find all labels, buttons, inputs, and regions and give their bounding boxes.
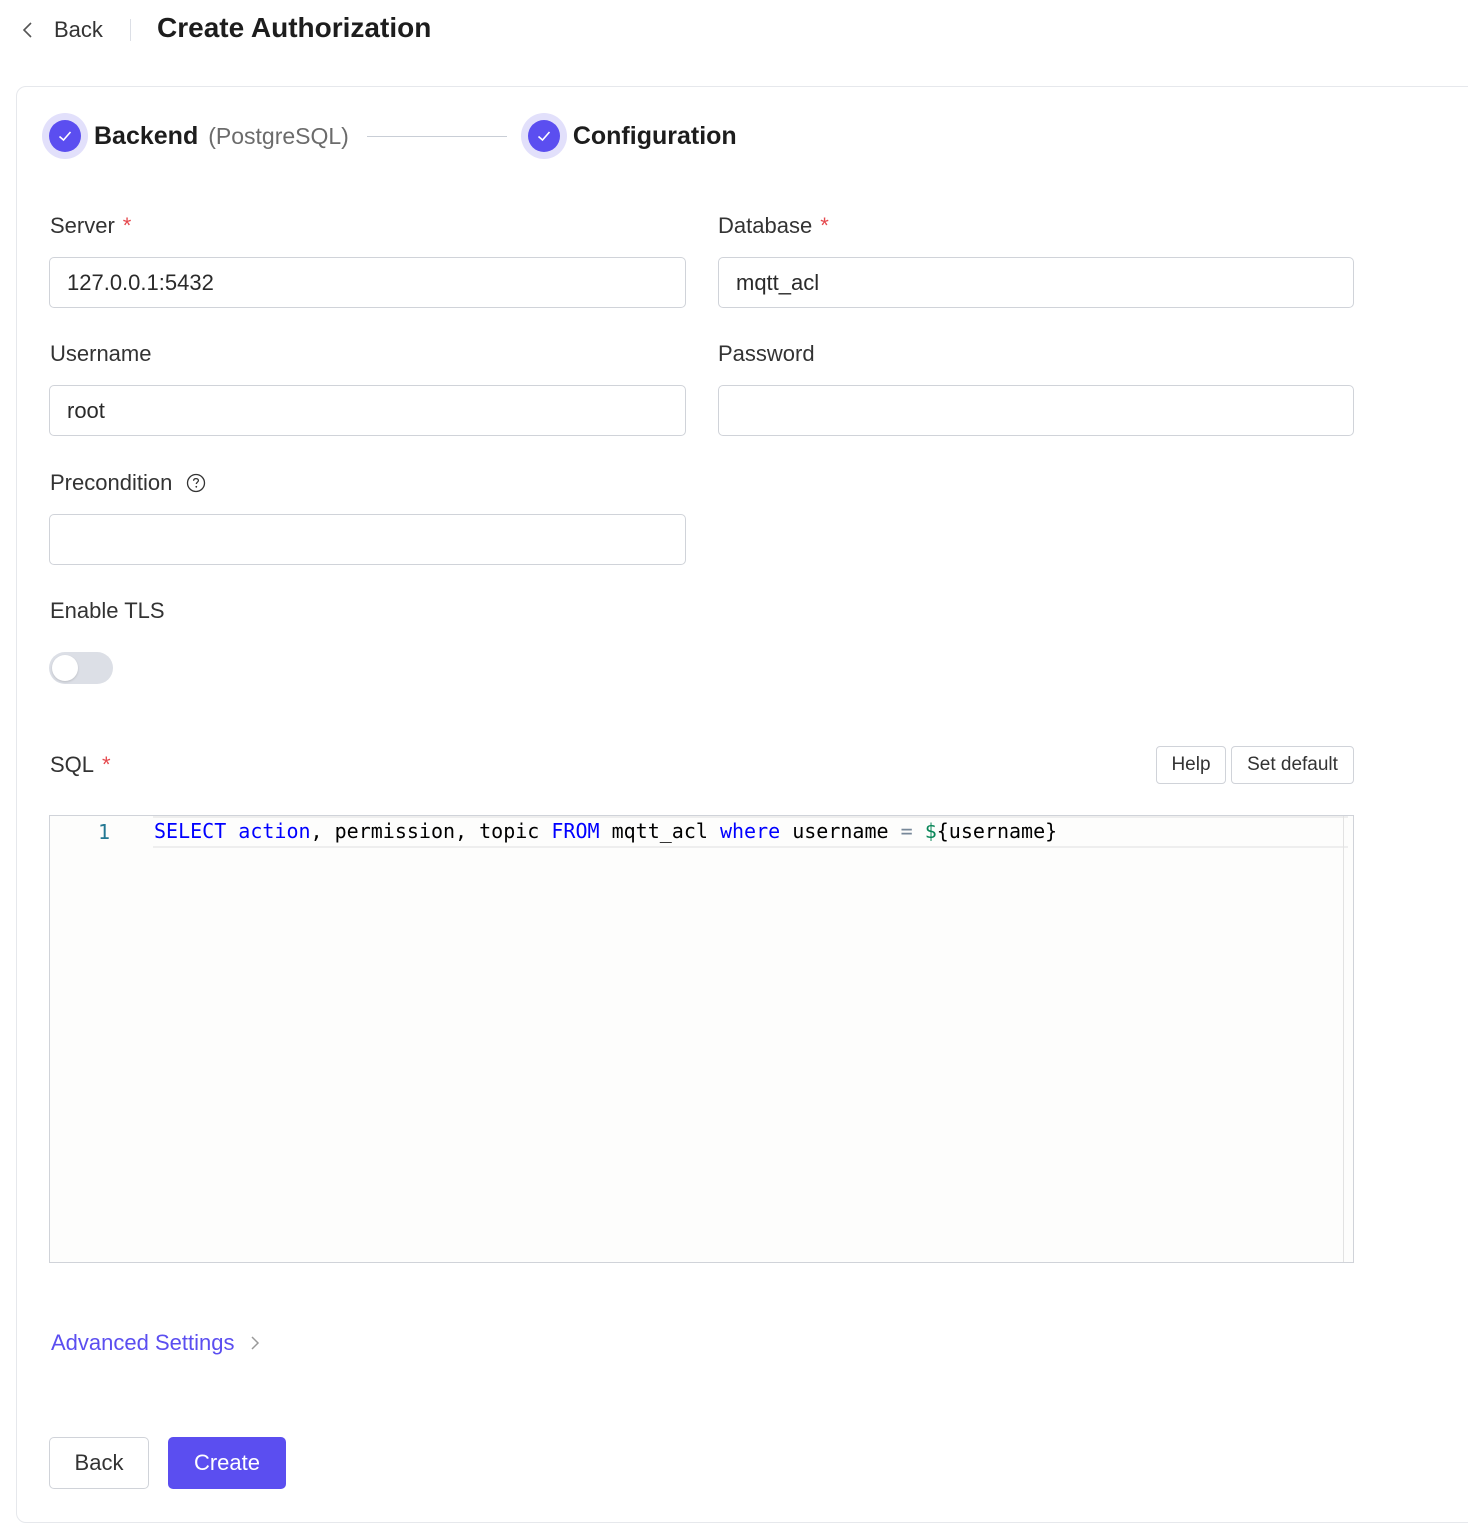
sql-editor[interactable]: 1 SELECT action, permission, topic FROM … — [49, 815, 1354, 1263]
enable-tls-toggle[interactable] — [49, 652, 113, 684]
sql-token-text: username — [780, 819, 901, 843]
sql-token-keyword: FROM — [551, 819, 600, 843]
question-circle-icon[interactable] — [186, 473, 206, 493]
header-divider — [130, 19, 131, 41]
precondition-label: Precondition — [50, 470, 206, 496]
password-label: Password — [718, 341, 815, 367]
server-input-value: 127.0.0.1:5432 — [67, 269, 214, 295]
sql-set-default-button[interactable]: Set default — [1231, 746, 1354, 784]
advanced-settings-label: Advanced Settings — [51, 1330, 235, 1355]
sql-token-keyword: where — [719, 819, 781, 843]
sql-set-default-button-label: Set default — [1247, 754, 1338, 775]
server-label-text: Server — [50, 213, 115, 238]
page-header: Back Create Authorization — [0, 0, 1468, 60]
step-backend-check-icon — [42, 113, 88, 159]
sql-token-text: mqtt_acl — [599, 819, 720, 843]
required-mark: * — [102, 752, 111, 777]
create-button[interactable]: Create — [168, 1437, 286, 1489]
step-configuration-title: Configuration — [572, 121, 737, 150]
create-button-label: Create — [193, 1450, 261, 1475]
username-input-value: root — [67, 397, 105, 423]
step-configuration-check-icon — [520, 113, 567, 159]
step-connector — [366, 135, 507, 137]
username-label: Username — [50, 341, 151, 367]
chevron-right-icon — [251, 1336, 260, 1350]
database-label: Database * — [718, 213, 829, 239]
required-mark: * — [820, 213, 829, 238]
precondition-input[interactable] — [49, 514, 686, 565]
sql-help-button-label: Help — [1171, 754, 1211, 775]
sql-token-keyword: action — [238, 819, 311, 843]
password-label-text: Password — [718, 341, 815, 366]
advanced-settings-link[interactable]: Advanced Settings — [51, 1330, 264, 1356]
database-input-value: mqtt_acl — [736, 269, 820, 295]
step-backend-title: Backend — [94, 121, 199, 150]
server-input[interactable]: 127.0.0.1:5432 — [49, 257, 686, 308]
sql-token-operator: = — [900, 819, 913, 843]
enable-tls-label-text: Enable TLS — [50, 598, 165, 623]
back-button[interactable]: Back — [49, 1437, 149, 1489]
chevron-left-icon — [22, 22, 32, 38]
username-label-text: Username — [50, 341, 152, 366]
enable-tls-label: Enable TLS — [50, 598, 165, 624]
sql-code-line[interactable]: SELECT action, permission, topic FROM mq… — [154, 819, 1057, 843]
sql-token-text: , permission, topic — [310, 819, 552, 843]
page-title: Create Authorization — [157, 12, 432, 43]
toggle-knob — [52, 655, 78, 681]
required-mark: * — [122, 213, 132, 238]
line-number: 1 — [98, 820, 111, 844]
sql-token-variable: $ — [924, 819, 937, 843]
precondition-label-text: Precondition — [50, 470, 173, 495]
database-label-text: Database — [718, 213, 813, 238]
steps-bar: Backend (PostgreSQL) Configuration — [42, 110, 737, 162]
step-backend-subtitle: (PostgreSQL) — [208, 122, 349, 149]
sql-token-keyword: SELECT — [154, 819, 227, 843]
sql-token-text: {username} — [936, 819, 1058, 843]
header-back-link[interactable]: Back — [18, 14, 103, 46]
back-button-label: Back — [74, 1450, 124, 1475]
header-back-label: Back — [54, 17, 103, 42]
username-input[interactable]: root — [49, 385, 686, 436]
server-label: Server * — [50, 213, 131, 239]
sql-label-text: SQL — [50, 752, 95, 777]
database-input[interactable]: mqtt_acl — [718, 257, 1354, 308]
password-input[interactable] — [718, 385, 1354, 436]
sql-help-button[interactable]: Help — [1156, 746, 1226, 784]
sql-label: SQL * — [50, 752, 111, 778]
editor-scrollbar[interactable] — [1343, 816, 1344, 1262]
